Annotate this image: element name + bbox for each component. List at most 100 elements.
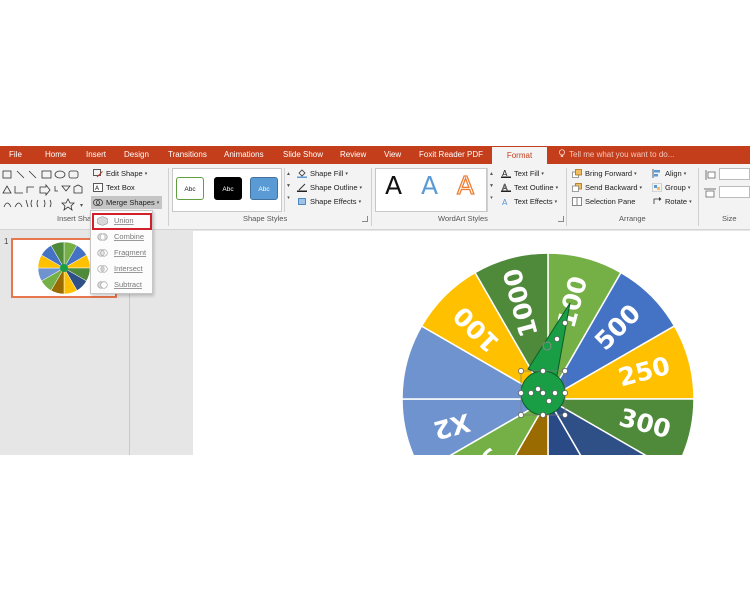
merge-intersect-label: Intersect: [114, 264, 143, 273]
shape-width-input[interactable]: [719, 186, 750, 198]
selection-pane-icon: [572, 197, 582, 206]
tab-slide-show[interactable]: Slide Show: [283, 146, 323, 164]
merge-fragment-label: Fragment: [114, 248, 147, 257]
tab-insert[interactable]: Insert: [86, 146, 106, 164]
selection-handle[interactable]: [562, 390, 568, 396]
group-label: Group: [665, 183, 686, 192]
edit-shape-button[interactable]: Edit Shape ▾: [93, 167, 147, 180]
shape-style-preset-white[interactable]: Abc: [176, 177, 204, 200]
wordart-preset-blue[interactable]: A: [421, 170, 438, 202]
selection-pane-button[interactable]: Selection Pane: [572, 195, 635, 208]
selection-handle[interactable]: [518, 368, 524, 374]
shape-effects-icon: [298, 198, 306, 205]
pen-icon: [297, 183, 307, 192]
shape-effects-button[interactable]: Shape Effects ▾: [297, 195, 361, 208]
selection-handle[interactable]: [546, 398, 552, 404]
tab-format[interactable]: Format: [492, 147, 547, 164]
selection-handle[interactable]: [528, 390, 534, 396]
bring-forward-icon: [572, 169, 582, 178]
bring-forward-button[interactable]: Bring Forward ▾: [572, 167, 637, 180]
group-divider: [566, 168, 567, 226]
shape-width-icon: [704, 188, 716, 198]
selection-handle[interactable]: [518, 390, 524, 396]
edit-shape-label: Edit Shape: [106, 169, 143, 178]
tab-animations[interactable]: Animations: [224, 146, 264, 164]
text-box-button[interactable]: A Text Box: [93, 181, 135, 194]
wordart-scroller[interactable]: ▲ ▼ ▾: [487, 168, 495, 212]
bring-forward-label: Bring Forward: [585, 169, 633, 178]
combine-icon: [97, 233, 108, 241]
slide-canvas: 100500250300300X21001000: [193, 231, 750, 455]
selection-handle[interactable]: [562, 412, 568, 418]
merge-intersect-item[interactable]: Intersect: [92, 261, 152, 277]
tab-file[interactable]: File: [9, 146, 22, 164]
shape-outline-button[interactable]: Shape Outline ▾: [297, 181, 362, 194]
selection-handle[interactable]: [562, 368, 568, 374]
tell-me-text: Tell me what you want to do...: [569, 150, 675, 159]
tab-foxit-reader-pdf[interactable]: Foxit Reader PDF: [419, 146, 483, 164]
tell-me-search[interactable]: Tell me what you want to do...: [558, 146, 674, 164]
merge-shapes-button[interactable]: Merge Shapes ▾: [91, 196, 163, 209]
text-box-icon: A: [93, 183, 103, 192]
group-divider: [168, 168, 169, 226]
text-effects-icon: A: [502, 198, 508, 206]
selection-handle[interactable]: [518, 412, 524, 418]
merge-subtract-item[interactable]: Subtract: [92, 277, 152, 293]
shape-style-preset-black[interactable]: Abc: [214, 177, 242, 200]
wordart-styles-launcher-icon[interactable]: [558, 216, 564, 222]
tab-view[interactable]: View: [384, 146, 401, 164]
wordart-styles-group-label: WordArt Styles: [438, 214, 488, 223]
slide-number: 1: [4, 237, 9, 246]
tab-transitions[interactable]: Transitions: [168, 146, 207, 164]
merge-shapes-icon: [93, 199, 103, 206]
size-group-label: Size: [722, 214, 737, 223]
shape-styles-scroller[interactable]: ▲ ▼ ▾: [284, 168, 292, 212]
shapes-gallery[interactable]: ▾: [2, 169, 86, 213]
svg-text:▾: ▾: [80, 202, 83, 209]
wordart-preset-black[interactable]: A: [385, 170, 402, 202]
group-button[interactable]: Group ▾: [652, 181, 690, 194]
paint-bucket-icon: [297, 169, 307, 178]
text-effects-label: Text Effects: [514, 197, 553, 206]
send-backward-icon: [572, 183, 582, 192]
text-outline-button[interactable]: A Text Outline ▾: [501, 181, 558, 194]
slide-editing-area: 100500250300300X21001000: [131, 231, 750, 455]
shape-style-preset-blue[interactable]: Abc: [250, 177, 278, 200]
group-icon: [652, 183, 662, 192]
shape-height-input[interactable]: [719, 168, 750, 180]
selection-handle[interactable]: [554, 336, 560, 342]
selection-handle[interactable]: [535, 386, 541, 392]
rotate-button[interactable]: Rotate ▾: [652, 195, 692, 208]
shape-height-icon: [705, 170, 716, 180]
merge-combine-item[interactable]: Combine: [92, 229, 152, 245]
shape-fill-button[interactable]: Shape Fill ▾: [297, 167, 348, 180]
shape-outline-label: Shape Outline: [310, 183, 358, 192]
wordart-preset-orange-outline[interactable]: A: [456, 170, 474, 202]
text-effects-button[interactable]: A Text Effects ▾: [501, 195, 557, 208]
shape-effects-label: Shape Effects: [310, 197, 357, 206]
selection-handle[interactable]: [540, 368, 546, 374]
selection-pane-label: Selection Pane: [585, 197, 636, 206]
selection-handle[interactable]: [552, 390, 558, 396]
prize-wheel[interactable]: 100500250300300X21001000: [193, 231, 750, 455]
text-fill-button[interactable]: A Text Fill ▾: [501, 167, 544, 180]
group-divider: [698, 168, 699, 226]
selection-handle[interactable]: [540, 390, 546, 396]
intersect-icon: [97, 265, 108, 273]
union-highlight-box: [92, 213, 152, 230]
text-box-label: Text Box: [106, 183, 135, 192]
merge-fragment-item[interactable]: Fragment: [92, 245, 152, 261]
selection-handle[interactable]: [540, 412, 546, 418]
tab-design[interactable]: Design: [124, 146, 149, 164]
ribbon-tab-bar: File Home Insert Design Transitions Anim…: [0, 146, 750, 164]
rotate-label: Rotate: [665, 197, 688, 206]
shape-styles-launcher-icon[interactable]: [362, 216, 368, 222]
tab-review[interactable]: Review: [340, 146, 366, 164]
align-button[interactable]: Align ▾: [652, 167, 686, 180]
send-backward-button[interactable]: Send Backward ▾: [572, 181, 642, 194]
group-divider: [371, 168, 372, 226]
svg-text:A: A: [502, 198, 508, 206]
selection-handle[interactable]: [562, 320, 568, 326]
merge-shapes-label: Merge Shapes: [106, 198, 155, 207]
tab-home[interactable]: Home: [45, 146, 66, 164]
